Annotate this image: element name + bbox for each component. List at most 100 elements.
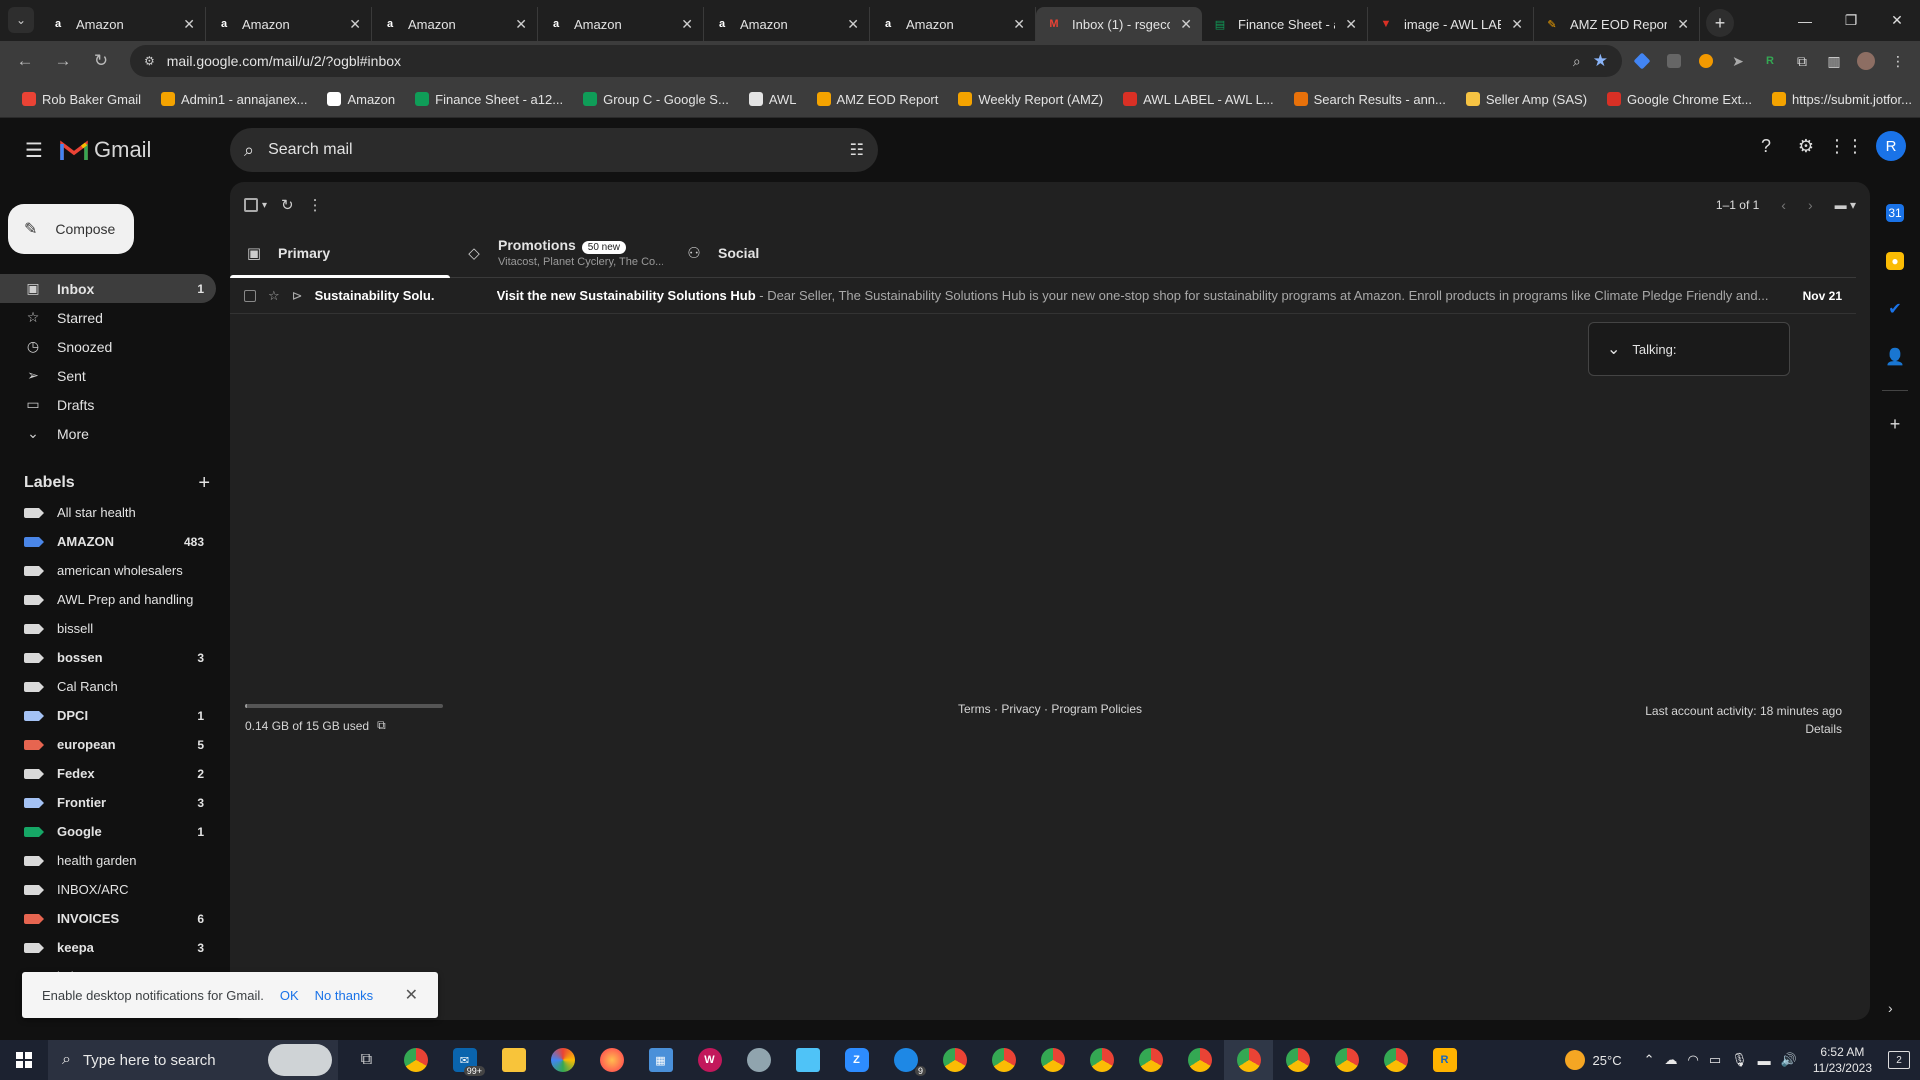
search-input[interactable] bbox=[268, 141, 836, 159]
bookmark-item[interactable]: Rob Baker Gmail bbox=[12, 92, 151, 107]
address-bar[interactable]: ⚙ mail.google.com/mail/u/2/?ogbl#inbox ⌕… bbox=[130, 45, 1622, 77]
side-panel-icon[interactable]: ▥ bbox=[1822, 49, 1846, 73]
label-item[interactable]: INBOX/ARC bbox=[0, 875, 216, 904]
nav-item-starred[interactable]: ☆ Starred bbox=[0, 303, 216, 332]
close-tab-icon[interactable]: ✕ bbox=[1180, 16, 1192, 33]
close-tab-icon[interactable]: ✕ bbox=[515, 16, 527, 33]
site-info-icon[interactable]: ⚙ bbox=[144, 54, 155, 68]
bookmark-item[interactable]: Amazon bbox=[317, 92, 405, 107]
browser-tab[interactable]: ▤ Finance Sheet - a ✕ bbox=[1202, 7, 1368, 41]
taskbar-search-input[interactable] bbox=[82, 1051, 253, 1069]
browser-tab[interactable]: a Amazon ✕ bbox=[206, 7, 372, 41]
gmail-logo[interactable]: Gmail bbox=[60, 137, 151, 163]
color-app-icon[interactable] bbox=[538, 1040, 587, 1080]
label-item[interactable]: bossen 3 bbox=[0, 643, 216, 672]
chrome-profile-9-icon[interactable] bbox=[1371, 1040, 1420, 1080]
tasks-icon[interactable]: ✔ bbox=[1886, 300, 1904, 318]
label-item[interactable]: Frontier 3 bbox=[0, 788, 216, 817]
browser-menu-icon[interactable]: ⋮ bbox=[1886, 49, 1910, 73]
microphone-icon[interactable]: 🎙 bbox=[1731, 1052, 1748, 1068]
chrome-profile-1-icon[interactable] bbox=[930, 1040, 979, 1080]
notepad-icon[interactable] bbox=[783, 1040, 832, 1080]
close-tab-icon[interactable]: ✕ bbox=[183, 16, 195, 33]
contacts-icon[interactable]: 👤 bbox=[1885, 348, 1905, 366]
nav-item-inbox[interactable]: ▣ Inbox 1 bbox=[0, 274, 216, 303]
chrome-profile-5-icon[interactable] bbox=[1126, 1040, 1175, 1080]
snip-app-icon[interactable] bbox=[734, 1040, 783, 1080]
search-highlight-image[interactable] bbox=[268, 1044, 332, 1076]
email-checkbox[interactable] bbox=[244, 289, 256, 302]
browser-tab[interactable]: a Amazon ✕ bbox=[372, 7, 538, 41]
settings-gear-icon[interactable]: ⚙ bbox=[1790, 130, 1822, 162]
extension-r-icon[interactable]: R bbox=[1758, 49, 1782, 73]
label-item[interactable]: american wholesalers bbox=[0, 556, 216, 585]
apps-grid-icon[interactable]: ⋮⋮ bbox=[1828, 130, 1864, 162]
task-view-icon[interactable]: ⧉ bbox=[342, 1040, 391, 1080]
close-tab-icon[interactable]: ✕ bbox=[1677, 16, 1689, 33]
chrome-profile-3-icon[interactable] bbox=[1028, 1040, 1077, 1080]
add-addon-icon[interactable]: + bbox=[1886, 414, 1904, 434]
account-avatar[interactable]: R bbox=[1876, 131, 1906, 161]
nav-item-drafts[interactable]: ▭ Drafts bbox=[0, 390, 216, 419]
bookmark-item[interactable]: Search Results - ann... bbox=[1284, 92, 1456, 107]
forward-button[interactable]: → bbox=[48, 46, 78, 76]
profile-avatar[interactable] bbox=[1854, 49, 1878, 73]
prev-page-icon[interactable]: ‹ bbox=[1781, 197, 1786, 213]
nav-item-snoozed[interactable]: ◷ Snoozed bbox=[0, 332, 216, 361]
importance-icon[interactable]: ⊳ bbox=[292, 288, 303, 304]
select-dropdown-icon[interactable]: ▾ bbox=[262, 200, 267, 211]
create-label-icon[interactable]: + bbox=[198, 472, 210, 495]
chrome-app-icon[interactable] bbox=[391, 1040, 440, 1080]
browser-tab[interactable]: M Inbox (1) - rsgeco ✕ bbox=[1036, 7, 1202, 41]
zoom-app-icon[interactable]: Z bbox=[832, 1040, 881, 1080]
bookmark-item[interactable]: AWL LABEL - AWL L... bbox=[1113, 92, 1284, 107]
close-tab-icon[interactable]: ✕ bbox=[1345, 16, 1357, 33]
tab-search-button[interactable]: ⌄ bbox=[8, 7, 34, 33]
back-button[interactable]: ← bbox=[10, 46, 40, 76]
mail-app-icon[interactable]: ✉ 99+ bbox=[440, 1040, 489, 1080]
chrome-profile-7-icon[interactable] bbox=[1273, 1040, 1322, 1080]
reload-button[interactable]: ↻ bbox=[86, 46, 116, 76]
zoom-icon[interactable]: ⌕ bbox=[1573, 53, 1581, 70]
bookmark-star-icon[interactable]: ★ bbox=[1593, 51, 1608, 71]
tray-chevron-up-icon[interactable]: ⌃ bbox=[1644, 1052, 1655, 1068]
extension-icon[interactable] bbox=[1630, 49, 1654, 73]
r-app-icon[interactable]: R bbox=[1420, 1040, 1469, 1080]
extension-off-icon[interactable] bbox=[1662, 49, 1686, 73]
search-options-icon[interactable]: ☷ bbox=[850, 140, 864, 160]
extension-arrow-icon[interactable]: ➤ bbox=[1726, 49, 1750, 73]
bookmark-item[interactable]: Admin1 - annajanex... bbox=[151, 92, 317, 107]
bookmark-item[interactable]: Finance Sheet - a12... bbox=[405, 92, 573, 107]
start-button[interactable] bbox=[0, 1040, 48, 1080]
tab-primary[interactable]: ▣ Primary bbox=[230, 228, 450, 278]
label-item[interactable]: AWL Prep and handling bbox=[0, 585, 216, 614]
label-item[interactable]: INVOICES 6 bbox=[0, 904, 216, 933]
bookmark-item[interactable]: Weekly Report (AMZ) bbox=[948, 92, 1113, 107]
volume-icon[interactable]: 🔊 bbox=[1781, 1052, 1797, 1068]
label-item[interactable]: european 5 bbox=[0, 730, 216, 759]
support-icon[interactable]: ? bbox=[1750, 130, 1782, 162]
close-tab-icon[interactable]: ✕ bbox=[349, 16, 361, 33]
close-icon[interactable]: ✕ bbox=[405, 985, 418, 1005]
chrome-profile-8-icon[interactable] bbox=[1322, 1040, 1371, 1080]
cloud-icon[interactable]: ☁ bbox=[1664, 1052, 1677, 1068]
wifi-icon[interactable]: ◠ bbox=[1687, 1052, 1698, 1068]
close-tab-icon[interactable]: ✕ bbox=[1511, 16, 1523, 33]
browser-tab[interactable]: a Amazon ✕ bbox=[704, 7, 870, 41]
input-tools-icon[interactable]: ▬ ▾ bbox=[1835, 198, 1856, 212]
edge-app-icon[interactable]: 9 bbox=[881, 1040, 930, 1080]
battery-icon[interactable]: ▭ bbox=[1709, 1052, 1721, 1068]
details-link[interactable]: Details bbox=[1645, 720, 1842, 738]
external-link-icon[interactable]: ⧉ bbox=[377, 718, 386, 733]
chrome-profile-active-icon[interactable] bbox=[1224, 1040, 1273, 1080]
label-item[interactable]: Fedex 2 bbox=[0, 759, 216, 788]
new-tab-button[interactable]: + bbox=[1706, 9, 1734, 37]
select-all-checkbox[interactable] bbox=[244, 198, 258, 212]
close-window-icon[interactable]: ✕ bbox=[1874, 12, 1920, 29]
weather-widget[interactable]: 25°C bbox=[1564, 1050, 1622, 1070]
chevron-down-icon[interactable]: ⌄ bbox=[1607, 339, 1620, 359]
power-icon[interactable]: ▬ bbox=[1758, 1053, 1771, 1068]
browser-tab[interactable]: a Amazon ✕ bbox=[538, 7, 704, 41]
tab-social[interactable]: ⚇ Social bbox=[670, 228, 890, 277]
notification-center-icon[interactable]: 2 bbox=[1888, 1051, 1910, 1069]
